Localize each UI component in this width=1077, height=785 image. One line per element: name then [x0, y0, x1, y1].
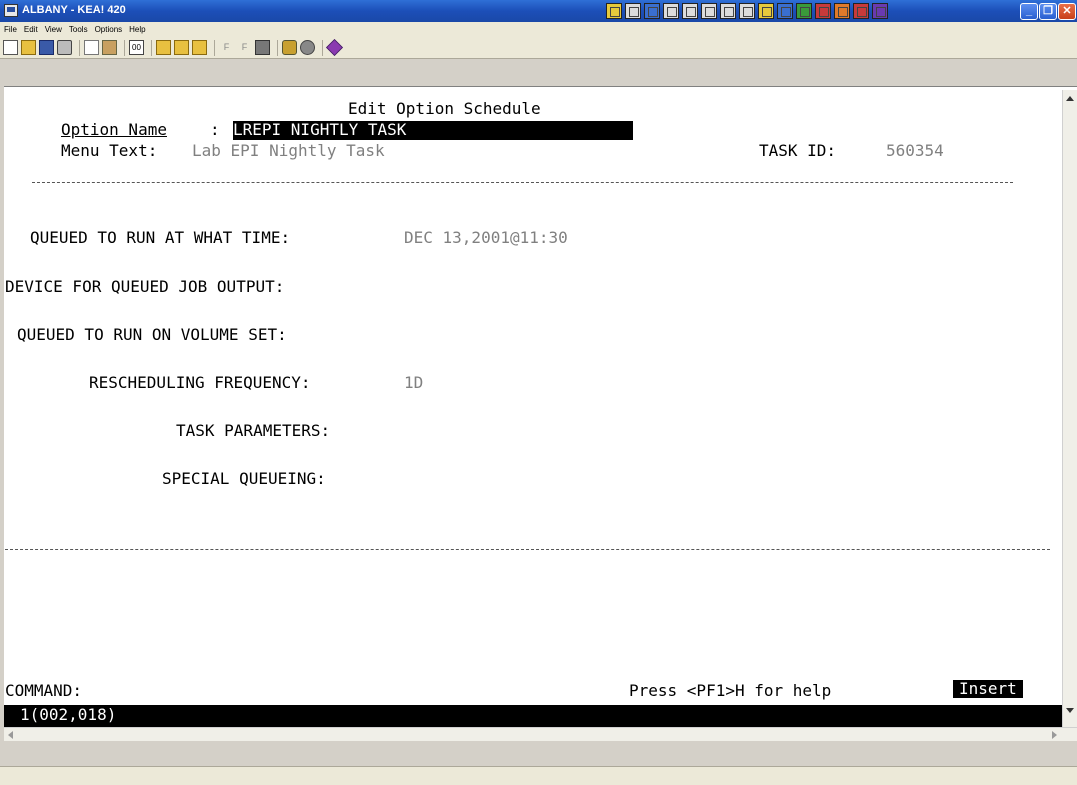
tray-card-icon[interactable]: [720, 3, 736, 19]
option-name-colon: :: [210, 120, 220, 139]
menu-tools[interactable]: Tools: [69, 25, 88, 34]
field-label-volume-set: QUEUED TO RUN ON VOLUME SET:: [17, 325, 287, 344]
disk-icon[interactable]: [255, 40, 270, 55]
copy-icon[interactable]: [84, 40, 99, 55]
toolbar-separator: [124, 39, 125, 56]
maximize-button[interactable]: ❐: [1039, 3, 1057, 20]
tray-acrobat-icon[interactable]: [853, 3, 869, 19]
scroll-left-icon[interactable]: [8, 731, 13, 739]
tray-app-icon[interactable]: [606, 3, 622, 19]
tray-powerpoint-icon[interactable]: [834, 3, 850, 19]
lock-icon[interactable]: [282, 40, 297, 55]
horizontal-scrollbar[interactable]: [4, 727, 1077, 741]
menu-help[interactable]: Help: [129, 25, 145, 34]
menu-edit[interactable]: Edit: [24, 25, 38, 34]
command-label: COMMAND:: [5, 681, 83, 700]
f-key-alt-icon[interactable]: F: [237, 40, 252, 55]
folder-icon[interactable]: [156, 40, 171, 55]
print-icon[interactable]: [57, 40, 72, 55]
menu-options[interactable]: Options: [95, 25, 123, 34]
separator-top: [32, 182, 1013, 183]
option-name-label: Option Name: [61, 120, 167, 139]
field-value-rescheduling[interactable]: 1D: [404, 374, 423, 392]
minimize-button[interactable]: _: [1020, 3, 1038, 20]
tray-calendar-icon[interactable]: [682, 3, 698, 19]
field-label-task-parameters: TASK PARAMETERS:: [176, 421, 331, 440]
vertical-scrollbar[interactable]: [1062, 90, 1077, 727]
option-name-field[interactable]: LREPI NIGHTLY TASK: [233, 121, 633, 140]
tray-check-icon[interactable]: [701, 3, 717, 19]
open-icon[interactable]: [21, 40, 36, 55]
terminal-screen[interactable]: Edit Option Schedule Option Name : LREPI…: [4, 90, 1062, 727]
close-button[interactable]: ✕: [1058, 3, 1076, 20]
folder-up-icon[interactable]: [192, 40, 207, 55]
toolbar-separator: [214, 39, 215, 56]
window-title: ALBANY - KEA! 420: [22, 4, 126, 16]
tray-pencil-icon[interactable]: [758, 3, 774, 19]
connect-icon[interactable]: 00: [129, 40, 144, 55]
tray-people-icon[interactable]: [739, 3, 755, 19]
save-icon[interactable]: [39, 40, 54, 55]
scroll-right-icon[interactable]: [1052, 731, 1057, 739]
menu-text-value: Lab EPI Nightly Task: [192, 141, 385, 160]
toolbar-separator: [79, 39, 80, 56]
terminal-status-line: 1(002,018): [4, 705, 1062, 727]
tray-network-icon[interactable]: [644, 3, 660, 19]
toolbar-separator: [151, 39, 152, 56]
scroll-up-icon[interactable]: [1066, 96, 1074, 101]
menu-file[interactable]: File: [4, 25, 17, 34]
tray-access-icon[interactable]: [815, 3, 831, 19]
tray-icons: [606, 3, 888, 19]
tray-mail-icon[interactable]: [663, 3, 679, 19]
insert-mode-badge: Insert: [953, 680, 1023, 698]
status-bar: [0, 766, 1077, 785]
folder-open-icon[interactable]: [174, 40, 189, 55]
app-icon: [4, 4, 18, 17]
gem-icon[interactable]: [326, 39, 343, 56]
toolbar: 00 F F: [0, 37, 1077, 59]
f-key-icon[interactable]: F: [219, 40, 234, 55]
help-hint: Press <PF1>H for help: [629, 681, 832, 700]
paste-icon[interactable]: [102, 40, 117, 55]
menu-text-label: Menu Text:: [61, 141, 158, 160]
cursor-position: 1(002,018): [20, 705, 117, 724]
tray-outlook-icon[interactable]: [872, 3, 888, 19]
field-label-device: DEVICE FOR QUEUED JOB OUTPUT:: [5, 277, 285, 296]
tray-word-icon[interactable]: [777, 3, 793, 19]
stop-icon[interactable]: [300, 40, 315, 55]
field-label-rescheduling: RESCHEDULING FREQUENCY:: [89, 373, 311, 392]
toolbar-separator: [277, 39, 278, 56]
task-id-label: TASK ID:: [759, 141, 837, 160]
separator-bottom: [5, 549, 1050, 550]
field-value-run-time[interactable]: DEC 13,2001@11:30: [404, 229, 568, 247]
task-id-value: 560354: [886, 141, 944, 160]
title-bar: ALBANY - KEA! 420 _ ❐ ✕: [0, 0, 1077, 22]
screen-title: Edit Option Schedule: [348, 99, 541, 118]
field-label-special-queueing: SPECIAL QUEUEING:: [162, 469, 326, 488]
menu-view[interactable]: View: [45, 25, 62, 34]
tray-window-icon[interactable]: [625, 3, 641, 19]
scroll-down-icon[interactable]: [1066, 708, 1074, 713]
menu-bar: File Edit View Tools Options Help: [0, 22, 1077, 37]
tray-excel-icon[interactable]: [796, 3, 812, 19]
new-icon[interactable]: [3, 40, 18, 55]
toolbar-separator: [322, 39, 323, 56]
field-label-run-time: QUEUED TO RUN AT WHAT TIME:: [30, 228, 291, 247]
